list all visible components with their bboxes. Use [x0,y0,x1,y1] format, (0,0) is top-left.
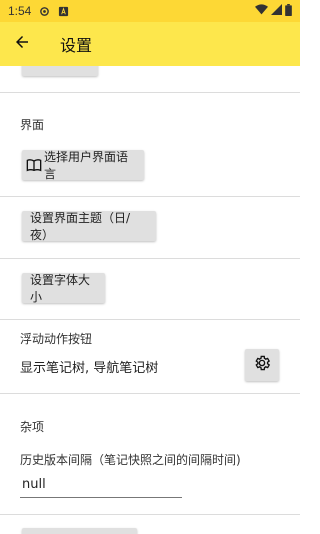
divider [0,196,300,197]
history-interval-input[interactable]: null [20,472,182,498]
history-interval-value: null [22,477,46,492]
divider [0,393,300,394]
divider [0,319,300,320]
next-setting-button[interactable] [22,528,137,534]
signal-icon [271,4,282,18]
divider [0,92,300,93]
section-label-interface: 界面 [20,118,45,132]
notification-a-icon [58,6,69,17]
section-label-fab: 浮动动作按钮 [20,332,93,346]
select-language-button[interactable]: 选择用户界面语言 [22,150,144,181]
fab-settings-button[interactable] [245,349,279,381]
font-size-label: 设置字体大小 [30,273,91,304]
divider [0,514,300,515]
arrow-back-icon [13,33,31,55]
theme-label: 设置界面主题（日/夜） [30,211,131,242]
previous-setting-button[interactable] [22,66,98,76]
select-language-label: 选择用户界面语言 [44,150,129,181]
theme-button[interactable]: 设置界面主题（日/夜） [22,211,156,242]
section-label-misc: 杂项 [20,420,45,434]
battery-icon [285,3,292,19]
fab-value: 显示笔记树, 导航笔记树 [20,361,159,376]
status-bar: 1:54 [0,0,300,22]
settings-list[interactable]: 界面 选择用户界面语言 设置界面主题（日/夜） 设置字体大小 浮动动作按钮 显示… [0,66,300,534]
app-bar: 设置 [0,22,300,66]
font-size-button[interactable]: 设置字体大小 [22,273,105,304]
settings-status-icon [39,6,50,17]
gear-icon [253,354,271,376]
status-time: 1:54 [8,4,32,18]
history-interval-label: 历史版本间隔（笔记快照之间的间隔时间) [20,453,241,467]
page-title: 设置 [60,36,93,55]
wifi-icon [255,4,268,18]
book-icon [26,157,42,173]
divider [0,258,300,259]
back-button[interactable] [0,22,44,66]
